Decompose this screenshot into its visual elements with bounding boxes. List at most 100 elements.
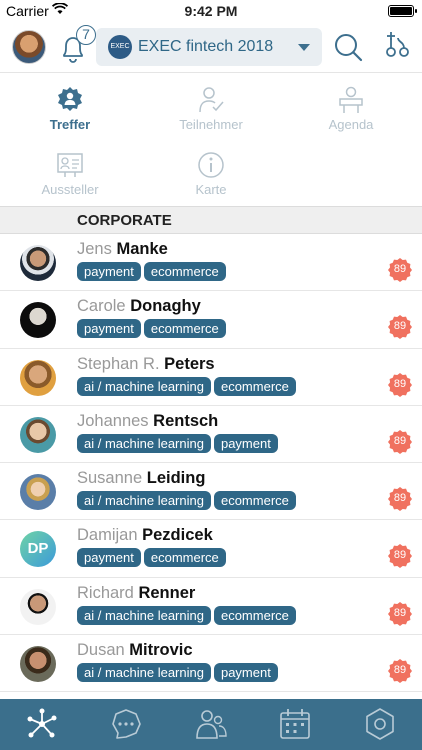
match-icon xyxy=(58,87,82,111)
last-name: Rentsch xyxy=(153,411,219,430)
feature-nav: Treffer Teilnehmer Agenda Aussteller Kar… xyxy=(0,72,422,206)
info-icon xyxy=(198,152,224,178)
list-item[interactable]: Richard Renner ai / machine learning ecomm… xyxy=(0,578,422,636)
avatar xyxy=(20,474,56,511)
tag-list: payment ecommerce xyxy=(77,319,229,339)
calendar-icon[interactable] xyxy=(278,707,312,741)
first-name: Carole xyxy=(77,297,126,316)
last-name: Manke xyxy=(116,240,168,258)
last-name: Renner xyxy=(138,583,196,602)
interest-tag: ecommerce xyxy=(143,548,226,568)
network-icon[interactable] xyxy=(25,707,59,741)
profile-avatar[interactable] xyxy=(12,30,46,64)
tag-list: payment ecommerce xyxy=(77,262,229,281)
event-logo: EXEC xyxy=(108,35,132,59)
match-score-badge: 89 xyxy=(388,601,412,626)
avatar xyxy=(20,359,56,396)
status-bar: Carrier 9:42 PM xyxy=(0,0,422,22)
people-list: Jens Manke payment ecommerce 89 Carole Donag… xyxy=(0,234,422,693)
interest-tag: ecommerce xyxy=(213,376,296,396)
match-score-value: 89 xyxy=(393,263,407,275)
last-name: Peters xyxy=(164,354,215,373)
person-name: Dusan Mitrovic xyxy=(77,641,193,660)
match-score-value: 89 xyxy=(393,492,407,505)
interest-tag: payment xyxy=(213,663,278,683)
avatar xyxy=(20,302,56,339)
avatar xyxy=(20,588,56,625)
list-item[interactable]: Dusan Mitrovic ai / machine learning payme… xyxy=(0,635,422,693)
match-score-badge: 89 xyxy=(388,659,412,684)
person-name: Damijan Pezdicek xyxy=(77,526,213,545)
match-score-badge: 89 xyxy=(388,258,412,282)
notification-badge: 7 xyxy=(76,25,96,45)
chevron-down-icon xyxy=(298,44,310,51)
nav-agenda[interactable]: Agenda xyxy=(281,86,421,132)
interest-tag: ecommerce xyxy=(143,319,226,339)
list-item[interactable]: Jens Manke payment ecommerce 89 xyxy=(0,234,422,292)
match-score-badge: 89 xyxy=(388,429,412,454)
list-item[interactable]: Stephan R. Peters ai / machine learning ec… xyxy=(0,349,422,406)
interest-tag: payment xyxy=(77,262,141,281)
match-score-value: 89 xyxy=(393,606,407,619)
event-name: EXEC fintech 2018 xyxy=(138,38,274,55)
match-score-value: 89 xyxy=(393,434,407,447)
connect-icon[interactable] xyxy=(382,30,412,62)
agenda-icon xyxy=(339,86,363,113)
match-score-value: 89 xyxy=(393,549,407,562)
list-item[interactable]: Susanne Leiding ai / machine learning ecom… xyxy=(0,463,422,521)
tag-list: ai / machine learning payment xyxy=(77,663,281,683)
list-item[interactable]: Johannes Rentsch ai / machine learning pay… xyxy=(0,406,422,464)
nav-label: Karte xyxy=(195,182,227,197)
nav-aussteller[interactable]: Aussteller xyxy=(0,151,140,197)
participant-icon xyxy=(199,87,224,113)
chat-icon[interactable] xyxy=(109,707,143,741)
interest-tag: ecommerce xyxy=(143,262,226,281)
interest-tag: ecommerce xyxy=(213,491,296,511)
tag-list: ai / machine learning ecommerce xyxy=(77,605,299,625)
first-name: Johannes xyxy=(77,411,149,430)
interest-tag: payment xyxy=(77,319,141,339)
search-icon[interactable] xyxy=(333,32,363,62)
tag-list: ai / machine learning ecommerce xyxy=(77,491,299,511)
avatar xyxy=(20,646,56,683)
avatar xyxy=(20,245,56,281)
section-title: CORPORATE xyxy=(77,212,172,229)
match-score-badge: 89 xyxy=(388,372,412,397)
nav-karte[interactable]: Karte xyxy=(141,151,281,197)
nav-label: Teilnehmer xyxy=(179,117,243,132)
event-selector[interactable]: EXEC EXEC fintech 2018 xyxy=(96,28,322,66)
last-name: Mitrovic xyxy=(129,641,193,660)
exhibitor-icon xyxy=(57,153,83,177)
nav-label: Aussteller xyxy=(41,182,99,197)
settings-icon[interactable] xyxy=(363,707,397,741)
person-name: Stephan R. Peters xyxy=(77,355,215,374)
first-name: Jens xyxy=(77,240,112,258)
match-score-value: 89 xyxy=(393,664,407,677)
interest-tag: ecommerce xyxy=(213,605,296,625)
top-bar: 7 EXEC EXEC fintech 2018 xyxy=(0,22,422,72)
first-name: Stephan R. xyxy=(77,354,160,373)
people-icon[interactable] xyxy=(194,707,228,741)
nav-treffer[interactable]: Treffer xyxy=(0,86,140,132)
match-score-badge: 89 xyxy=(388,544,412,569)
nav-teilnehmer[interactable]: Teilnehmer xyxy=(141,86,281,132)
interest-tag: ai / machine learning xyxy=(77,433,211,453)
list-item[interactable]: Carole Donaghy payment ecommerce 89 xyxy=(0,291,422,349)
interest-tag: ai / machine learning xyxy=(77,491,211,511)
person-name: Carole Donaghy xyxy=(77,297,201,316)
person-name: Richard Renner xyxy=(77,584,195,603)
tag-list: ai / machine learning payment xyxy=(77,433,281,453)
tag-list: payment ecommerce xyxy=(77,548,229,568)
first-name: Damijan xyxy=(77,526,138,545)
avatar: DP xyxy=(20,531,56,568)
person-name: Jens Manke xyxy=(77,240,168,259)
last-name: Donaghy xyxy=(130,297,201,316)
interest-tag: payment xyxy=(213,433,278,453)
last-name: Leiding xyxy=(146,469,206,488)
list-item[interactable]: DP Damijan Pezdicek payment ecommerce 89 xyxy=(0,520,422,578)
match-score-badge: 89 xyxy=(388,487,412,512)
clock: 9:42 PM xyxy=(184,3,238,19)
nav-label: Treffer xyxy=(49,117,91,132)
tab-bar xyxy=(0,699,422,750)
section-header: CORPORATE xyxy=(0,206,422,234)
